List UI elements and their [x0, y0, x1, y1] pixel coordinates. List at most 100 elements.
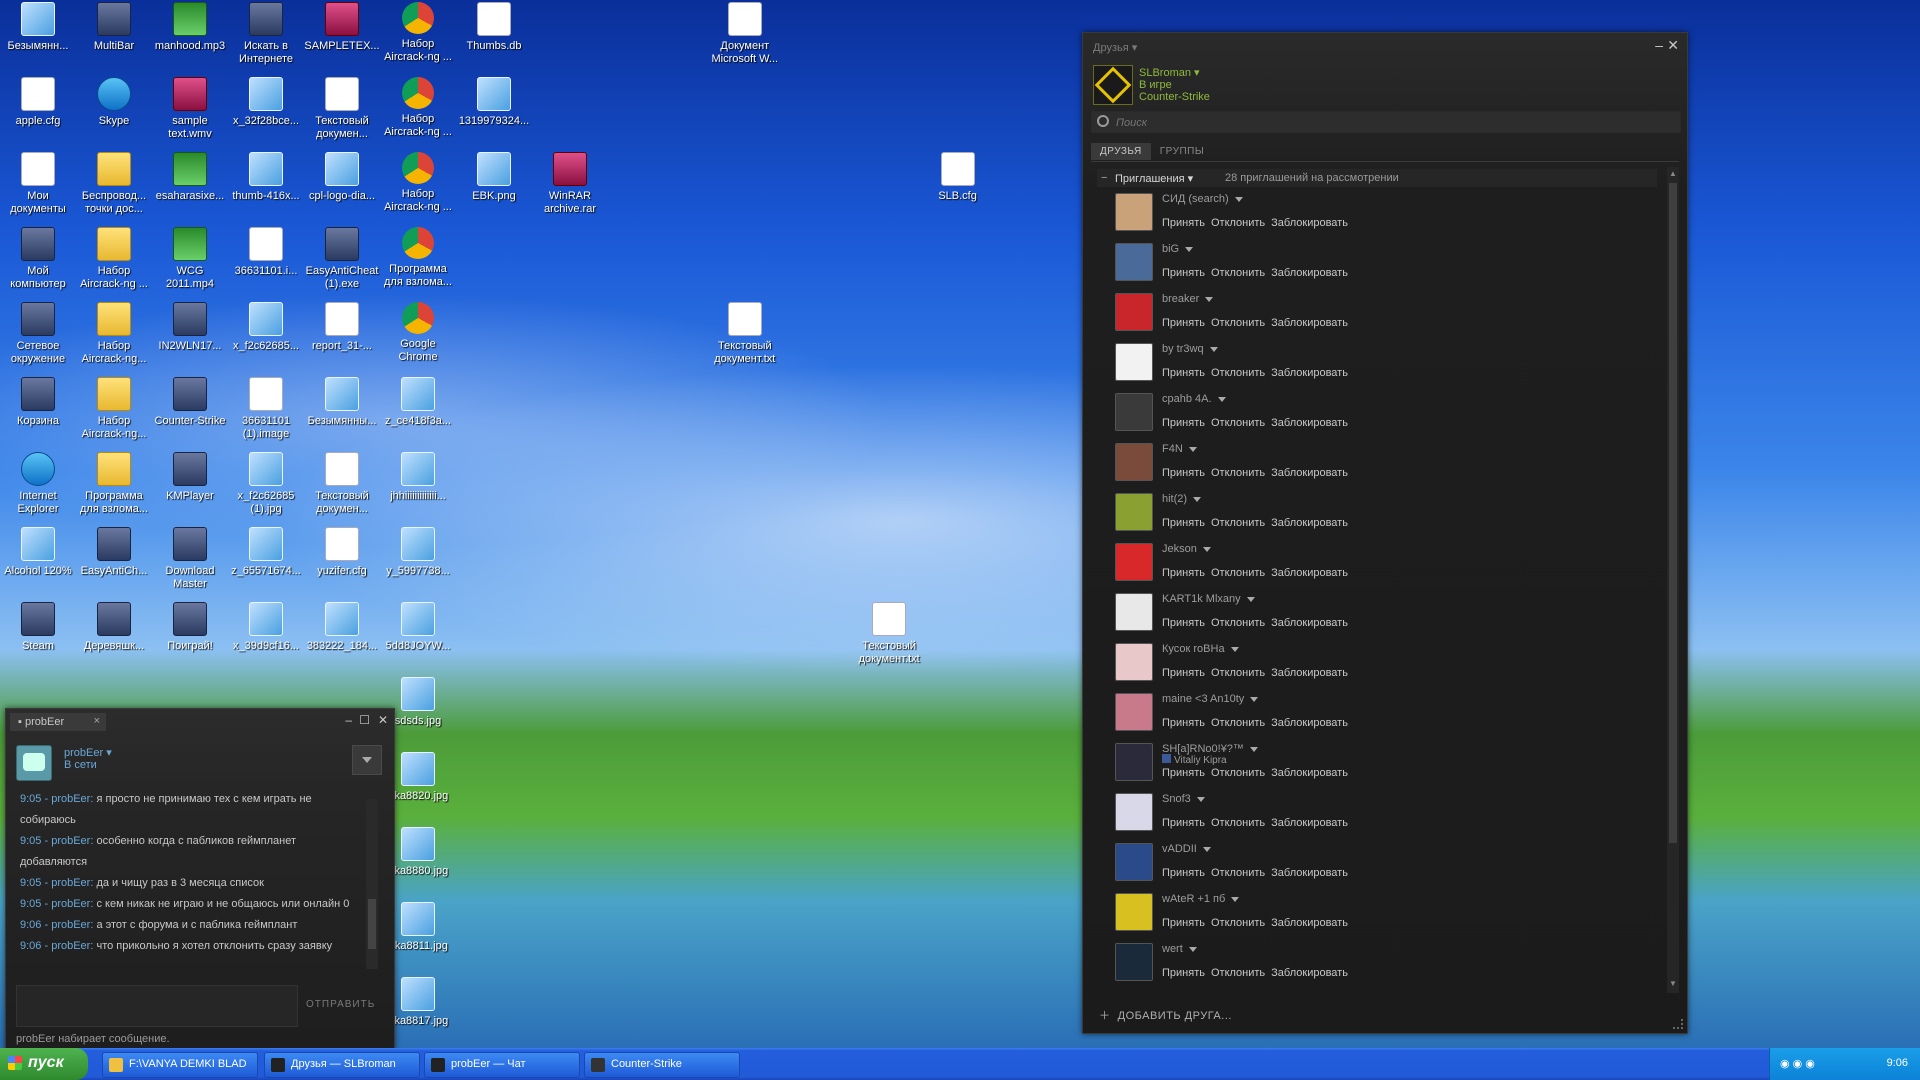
- desktop-icon[interactable]: Skype: [76, 77, 152, 128]
- tray-icons[interactable]: ◉ ◉ ◉: [1780, 1057, 1815, 1070]
- avatar[interactable]: [1115, 543, 1153, 581]
- chevron-down-icon[interactable]: [1196, 796, 1205, 802]
- desktop-icon[interactable]: Steam: [0, 602, 76, 653]
- invite-name[interactable]: maine <3 An10ty: [1162, 693, 1259, 705]
- desktop-icon[interactable]: y_5997738...: [380, 527, 456, 578]
- avatar[interactable]: [1115, 493, 1153, 531]
- decline-button[interactable]: Отклонить: [1211, 467, 1265, 479]
- desktop-icon[interactable]: sample text.wmv: [152, 77, 228, 141]
- decline-button[interactable]: Отклонить: [1211, 767, 1265, 779]
- invite-name[interactable]: СИД (search): [1162, 193, 1243, 205]
- desktop-icon[interactable]: IN2WLN17...: [152, 302, 228, 353]
- decline-button[interactable]: Отклонить: [1211, 717, 1265, 729]
- accept-button[interactable]: Принять: [1162, 217, 1205, 229]
- decline-button[interactable]: Отклонить: [1211, 917, 1265, 929]
- desktop-icon[interactable]: x_f2c62685 (1).jpg: [228, 452, 304, 516]
- decline-button[interactable]: Отклонить: [1211, 517, 1265, 529]
- invite-name[interactable]: breaker: [1162, 293, 1214, 305]
- desktop-icon[interactable]: Текстовый документ.txt: [707, 302, 783, 366]
- minimize-button[interactable]: –: [1655, 37, 1663, 53]
- accept-button[interactable]: Принять: [1162, 767, 1205, 779]
- invite-name[interactable]: F4N: [1162, 443, 1197, 455]
- avatar[interactable]: [1115, 193, 1153, 231]
- block-button[interactable]: Заблокировать: [1271, 867, 1348, 879]
- search-box[interactable]: [1091, 111, 1681, 133]
- send-button[interactable]: ОТПРАВИТЬ: [306, 999, 375, 1010]
- chevron-down-icon[interactable]: [1249, 746, 1258, 752]
- desktop-icon[interactable]: Набор Aircrack-ng...: [76, 302, 152, 366]
- desktop-icon[interactable]: manhood.mp3: [152, 2, 228, 53]
- message-sender[interactable]: probEer: [51, 919, 90, 931]
- desktop-icon[interactable]: EasyAntiCheat (1).exe: [304, 227, 380, 291]
- block-button[interactable]: Заблокировать: [1271, 817, 1348, 829]
- resize-grip[interactable]: [1673, 1019, 1683, 1029]
- invite-name[interactable]: vADDII: [1162, 843, 1211, 855]
- message-sender[interactable]: probEer: [51, 940, 90, 952]
- desktop-icon[interactable]: KMPlayer: [152, 452, 228, 503]
- invite-name[interactable]: biG: [1162, 243, 1194, 255]
- desktop-icon[interactable]: Текстовый документ.txt: [851, 602, 927, 666]
- avatar[interactable]: [1115, 793, 1153, 831]
- decline-button[interactable]: Отклонить: [1211, 267, 1265, 279]
- desktop-icon[interactable]: 5dd8JOYW...: [380, 602, 456, 653]
- desktop-icon[interactable]: EasyAntiCh...: [76, 527, 152, 578]
- tab-friends[interactable]: ДРУЗЬЯ: [1091, 143, 1151, 160]
- decline-button[interactable]: Отклонить: [1211, 567, 1265, 579]
- chevron-down-icon[interactable]: [1188, 946, 1197, 952]
- accept-button[interactable]: Принять: [1162, 967, 1205, 979]
- taskbar-button[interactable]: Counter-Strike: [584, 1052, 740, 1078]
- desktop-icon[interactable]: Программа для взлома...: [380, 227, 456, 289]
- avatar[interactable]: [1115, 943, 1153, 981]
- desktop-icon[interactable]: Набор Aircrack-ng ...: [76, 227, 152, 291]
- search-input[interactable]: [1114, 114, 1658, 132]
- desktop-icon[interactable]: z_65571674...: [228, 527, 304, 578]
- desktop-icon[interactable]: Текстовый докумен...: [304, 452, 380, 516]
- desktop-icon[interactable]: Беспровод... точки дос...: [76, 152, 152, 216]
- block-button[interactable]: Заблокировать: [1271, 567, 1348, 579]
- desktop-icon[interactable]: WinRAR archive.rar: [532, 152, 608, 216]
- chevron-down-icon[interactable]: [1250, 696, 1259, 702]
- chevron-down-icon[interactable]: [1202, 546, 1211, 552]
- chevron-down-icon[interactable]: [1246, 596, 1255, 602]
- avatar[interactable]: [1115, 743, 1153, 781]
- desktop-icon[interactable]: cpl-logo-dia...: [304, 152, 380, 203]
- desktop-icon[interactable]: 383222_184...: [304, 602, 380, 653]
- block-button[interactable]: Заблокировать: [1271, 267, 1348, 279]
- scrollbar[interactable]: ▲ ▼: [1667, 167, 1679, 993]
- invite-name[interactable]: Snof3: [1162, 793, 1205, 805]
- desktop-icon[interactable]: Alcohol 120%: [0, 527, 76, 578]
- message-sender[interactable]: probEer: [51, 898, 90, 910]
- desktop-icon[interactable]: thumb-416x...: [228, 152, 304, 203]
- desktop-icon[interactable]: Counter-Strike: [152, 377, 228, 428]
- avatar[interactable]: [1115, 843, 1153, 881]
- accept-button[interactable]: Принять: [1162, 417, 1205, 429]
- desktop-icon[interactable]: Набор Aircrack-ng ...: [380, 77, 456, 139]
- accept-button[interactable]: Принять: [1162, 817, 1205, 829]
- desktop-icon[interactable]: Программа для взлома...: [76, 452, 152, 516]
- invite-name[interactable]: by tr3wq: [1162, 343, 1218, 355]
- desktop-icon[interactable]: jhhiiiiiiiiiiiii...: [380, 452, 456, 503]
- scrollbar-thumb[interactable]: [1669, 183, 1677, 843]
- desktop-icon[interactable]: Искать в Интернете: [228, 2, 304, 66]
- add-friend-button[interactable]: ＋ ДОБАВИТЬ ДРУГА...: [1099, 1007, 1232, 1023]
- desktop-icon[interactable]: 36631101.i...: [228, 227, 304, 278]
- accept-button[interactable]: Принять: [1162, 267, 1205, 279]
- invite-name[interactable]: wAteR +1 пб: [1162, 893, 1240, 905]
- maximize-button[interactable]: ☐: [359, 713, 370, 727]
- decline-button[interactable]: Отклонить: [1211, 867, 1265, 879]
- chevron-down-icon[interactable]: [1234, 196, 1243, 202]
- desktop-icon[interactable]: 36631101 (1).image: [228, 377, 304, 441]
- avatar[interactable]: [1093, 65, 1133, 105]
- avatar[interactable]: [1115, 393, 1153, 431]
- desktop-icon[interactable]: Набор Aircrack-ng ...: [380, 152, 456, 214]
- desktop-icon[interactable]: Мой компьютер: [0, 227, 76, 291]
- desktop-icon[interactable]: Мои документы: [0, 152, 76, 216]
- decline-button[interactable]: Отклонить: [1211, 617, 1265, 629]
- desktop-icon[interactable]: SAMPLETEX...: [304, 2, 380, 53]
- desktop-icon[interactable]: Thumbs.db: [456, 2, 532, 53]
- block-button[interactable]: Заблокировать: [1271, 917, 1348, 929]
- block-button[interactable]: Заблокировать: [1271, 717, 1348, 729]
- avatar[interactable]: [1115, 293, 1153, 331]
- collapse-icon[interactable]: −: [1101, 172, 1107, 184]
- chat-tab[interactable]: ▪ probEer ×: [10, 713, 106, 731]
